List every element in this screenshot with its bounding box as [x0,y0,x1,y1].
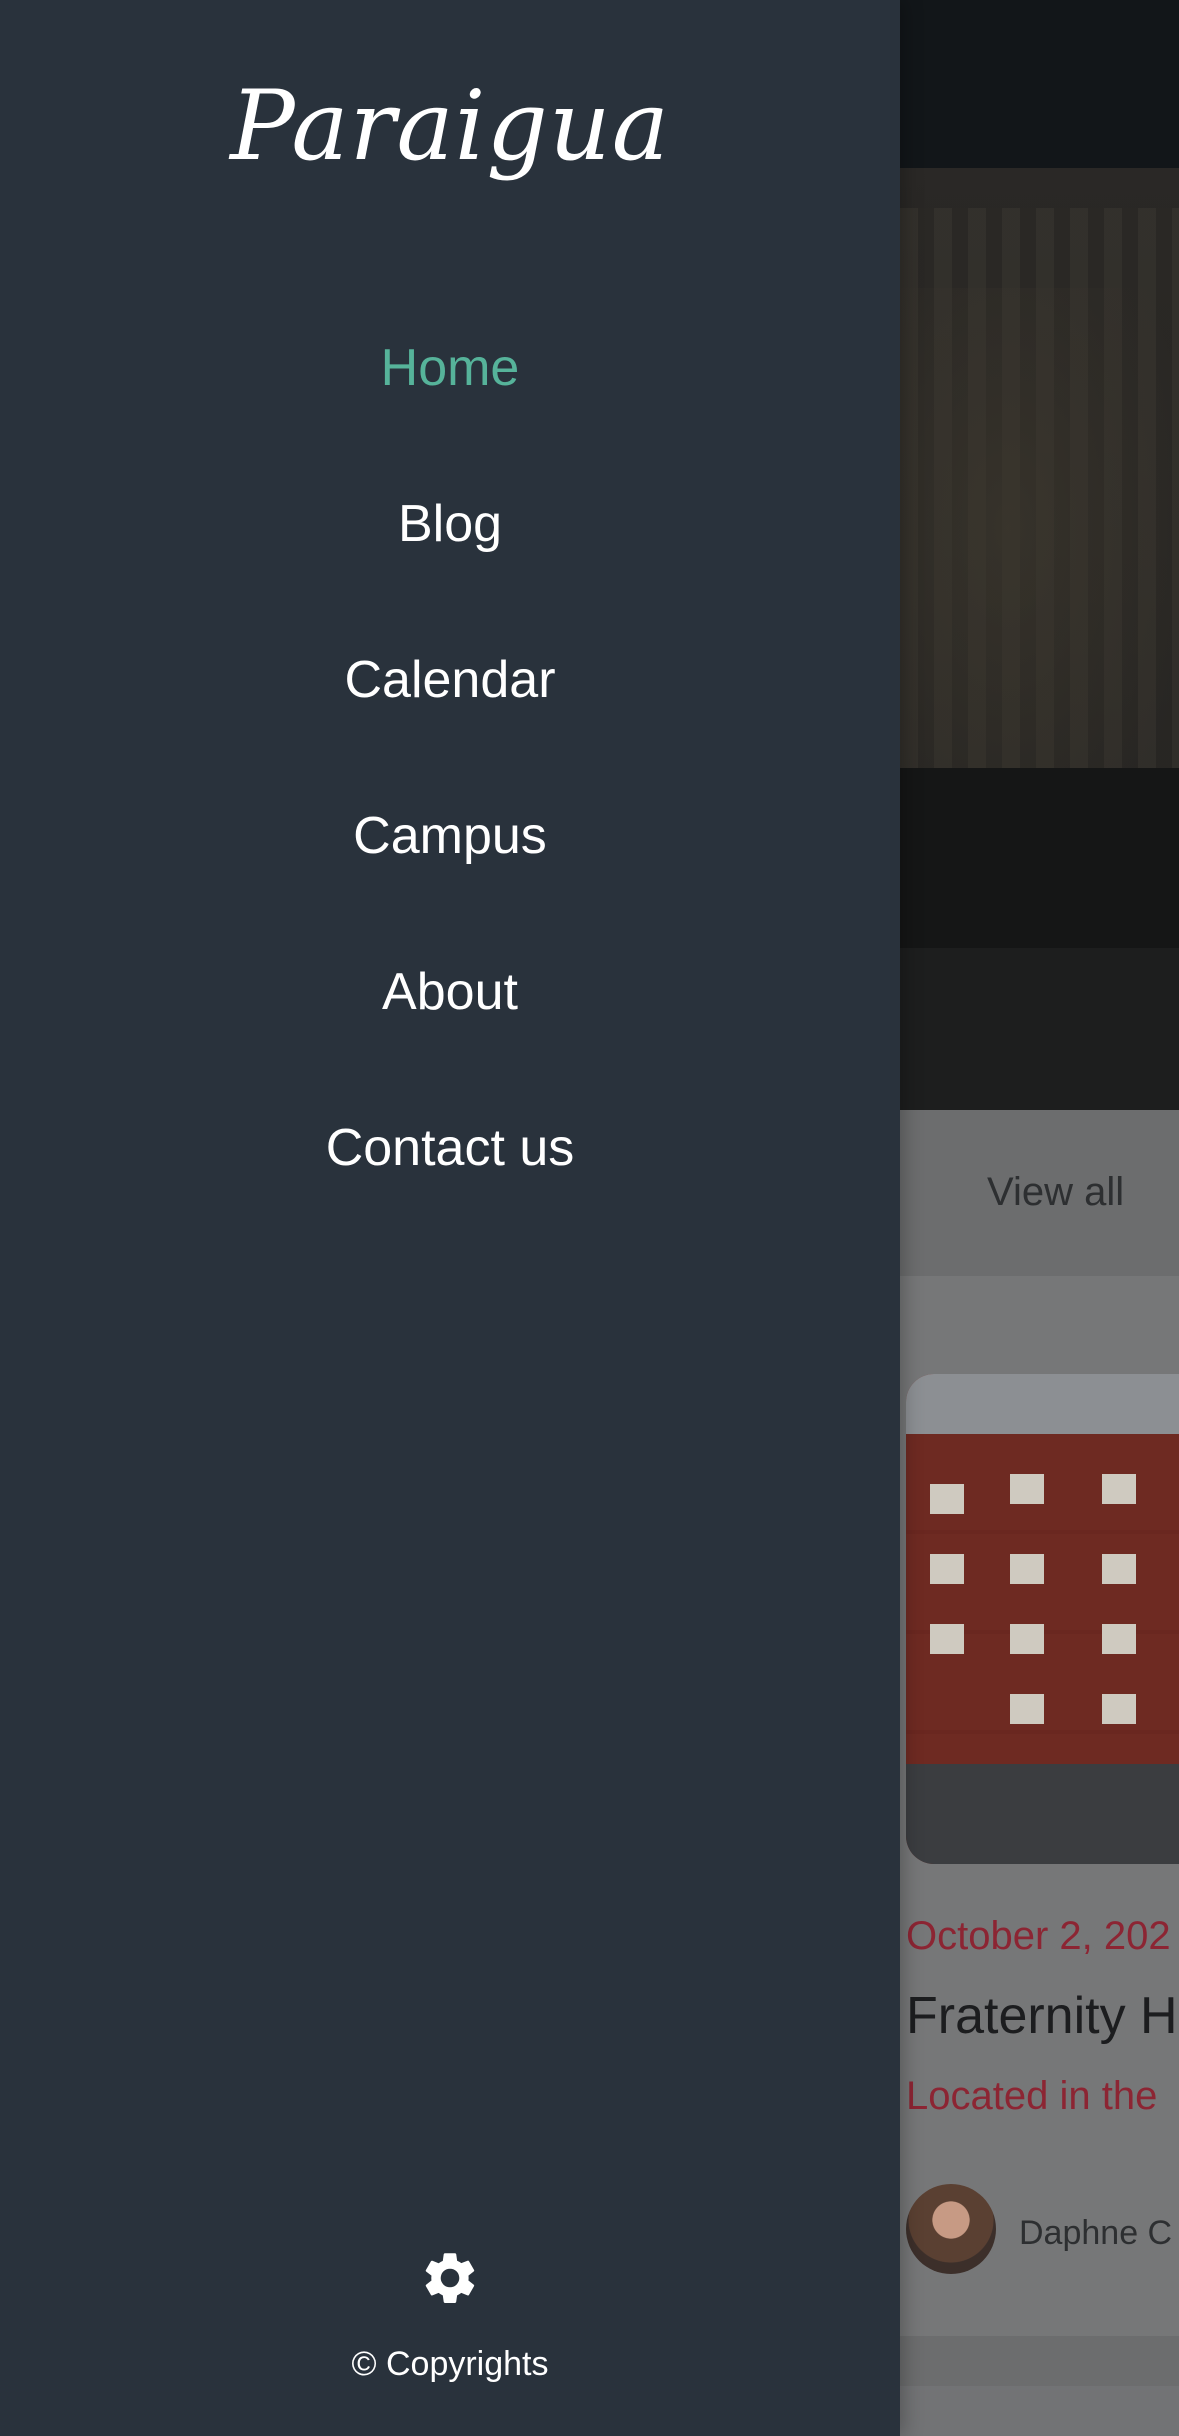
app-screen: View all October 2, 202 Fraternity H Loc… [0,0,1179,2436]
post-author: Daphne C [1019,2214,1173,2252]
nav-item-blog[interactable]: Blog [0,446,900,602]
view-all-link[interactable]: View all [987,1170,1124,1215]
avatar [906,2184,996,2274]
post-excerpt: Located in the [906,2074,1158,2118]
nav-item-home[interactable]: Home [0,290,900,446]
post-card-image[interactable] [906,1374,1179,1864]
nav-item-contact-us[interactable]: Contact us [0,1070,900,1226]
gear-icon[interactable] [419,2247,481,2309]
navigation-drawer: Paraigua Home Blog Calendar Campus About… [0,0,900,2436]
copyright-text: © Copyrights [351,2345,549,2383]
nav-item-campus[interactable]: Campus [0,758,900,914]
nav-item-calendar[interactable]: Calendar [0,602,900,758]
nav-item-about[interactable]: About [0,914,900,1070]
brand-logo[interactable]: Paraigua [0,70,900,182]
drawer-nav: Home Blog Calendar Campus About Contact … [0,290,900,1226]
post-title[interactable]: Fraternity H [906,1986,1178,2046]
post-date: October 2, 202 [906,1914,1171,1958]
